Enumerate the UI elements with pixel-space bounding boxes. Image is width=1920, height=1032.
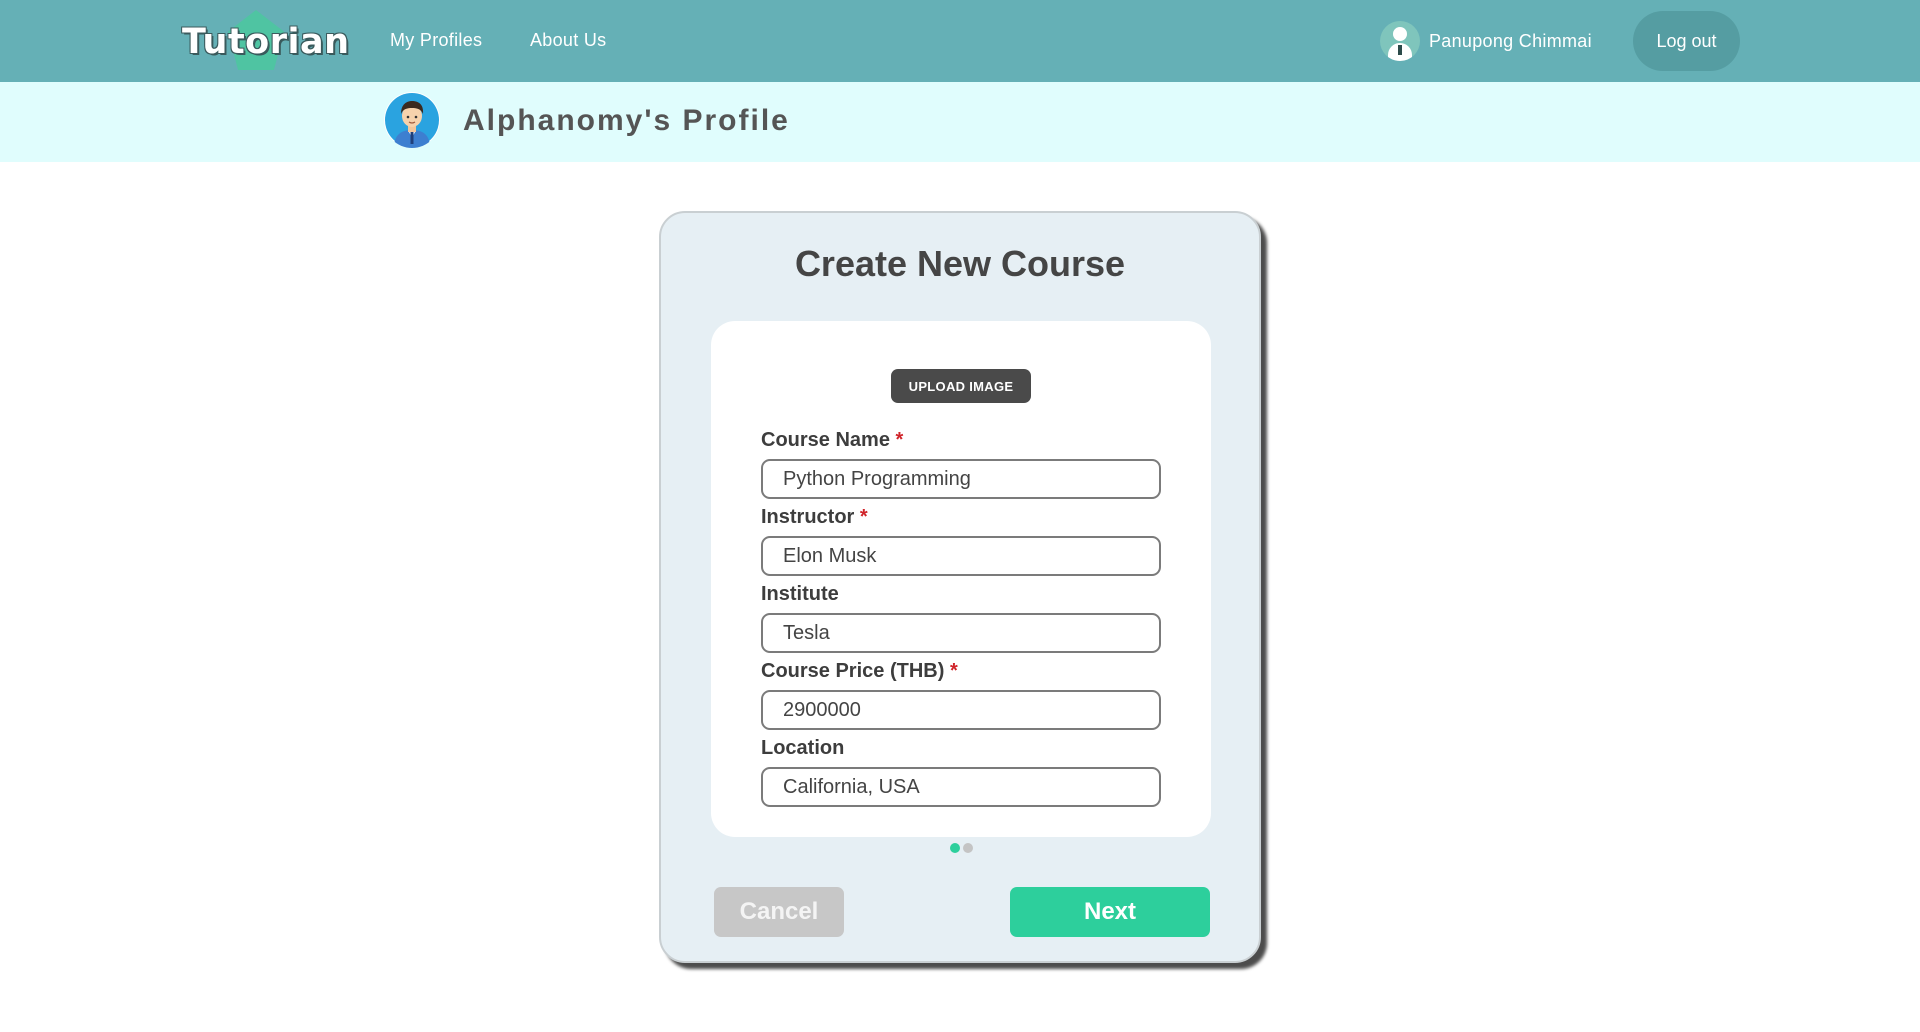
create-course-card: Create New Course UPLOAD IMAGE Course Na… <box>659 211 1261 963</box>
next-button[interactable]: Next <box>1010 887 1210 937</box>
step-pager <box>950 843 973 853</box>
nav-my-profiles[interactable]: My Profiles <box>390 30 482 51</box>
form-title: Create New Course <box>794 243 1126 284</box>
upload-image-button[interactable]: UPLOAD IMAGE <box>891 369 1031 403</box>
instructor-label: Instructor * <box>761 506 868 529</box>
profile-title: Alphanomy's Profile <box>463 104 790 137</box>
user-avatar-icon <box>1380 21 1420 61</box>
instructor-label-text: Instructor <box>761 506 855 528</box>
institute-label-text: Institute <box>761 583 839 605</box>
course-name-label-text: Course Name <box>761 429 890 451</box>
course-price-label-text: Course Price (THB) <box>761 660 945 682</box>
step-dot-1[interactable] <box>950 843 960 853</box>
institute-label: Institute <box>761 583 839 606</box>
course-name-input[interactable] <box>761 459 1161 499</box>
logout-button[interactable]: Log out <box>1633 11 1740 71</box>
location-label: Location <box>761 737 844 760</box>
location-input[interactable] <box>761 767 1161 807</box>
required-mark: * <box>949 660 958 682</box>
user-menu[interactable]: Panupong Chimmai <box>1380 21 1592 61</box>
cancel-button[interactable]: Cancel <box>714 887 844 937</box>
location-label-text: Location <box>761 737 845 759</box>
user-name: Panupong Chimmai <box>1429 30 1592 51</box>
nav-about-us[interactable]: About Us <box>530 30 606 51</box>
form-panel: UPLOAD IMAGE Course Name * Instructor * … <box>711 321 1211 837</box>
step-dot-2[interactable] <box>963 843 973 853</box>
businessman-avatar-icon <box>385 93 439 148</box>
course-name-label: Course Name * <box>761 429 903 452</box>
required-mark: * <box>859 506 868 528</box>
course-price-label: Course Price (THB) * <box>761 660 958 683</box>
profile-banner: Alphanomy's Profile <box>0 82 1920 162</box>
instructor-input[interactable] <box>761 536 1161 576</box>
tutorian-logo[interactable]: Tutorian <box>180 8 349 74</box>
required-mark: * <box>895 429 904 451</box>
profile-avatar <box>384 92 440 148</box>
course-price-input[interactable] <box>761 690 1161 730</box>
logo-text: Tutorian <box>182 22 350 62</box>
institute-input[interactable] <box>761 613 1161 653</box>
top-navbar: Tutorian My Profiles About Us Panupong C… <box>0 0 1920 82</box>
